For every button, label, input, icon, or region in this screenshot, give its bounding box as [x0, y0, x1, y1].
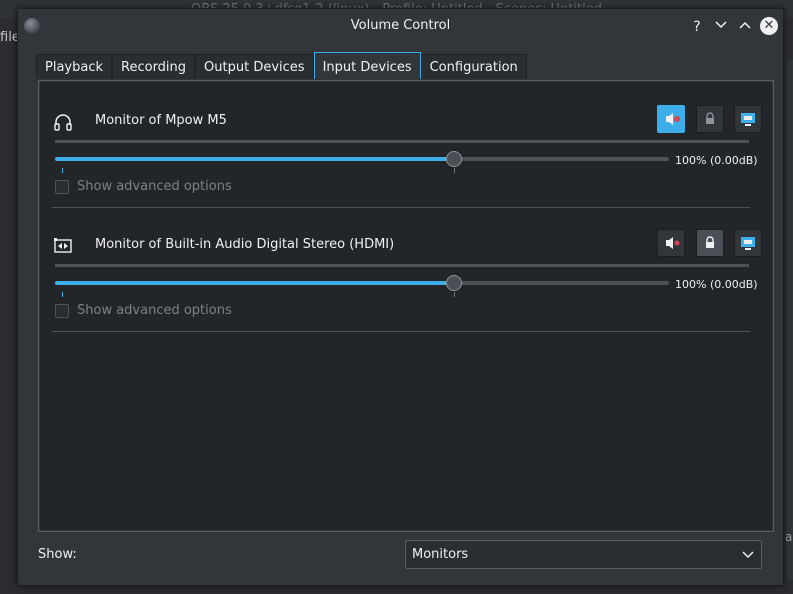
level-meter	[55, 264, 749, 267]
volume-fill	[55, 281, 454, 285]
volume-control-dialog: Volume Control ? ✕ Playback Recording Ou…	[17, 8, 784, 586]
set-default-button[interactable]	[734, 105, 762, 133]
volume-tick-base	[62, 168, 63, 173]
volume-slider-handle[interactable]	[446, 151, 462, 167]
volume-fill	[55, 157, 454, 161]
tab-output-devices[interactable]: Output Devices	[195, 54, 314, 79]
maximize-button[interactable]	[736, 18, 754, 36]
tab-bar: Playback Recording Output Devices Input …	[36, 52, 527, 80]
advanced-options-checkbox[interactable]	[55, 304, 69, 318]
window-title: Volume Control	[350, 18, 451, 33]
lock-icon	[706, 236, 714, 248]
help-button[interactable]: ?	[688, 18, 706, 36]
volume-slider[interactable]	[55, 148, 669, 173]
speaker-muted-icon	[666, 113, 680, 125]
advanced-options-label: Show advanced options	[77, 179, 232, 194]
background-right-fragment: an	[785, 530, 793, 544]
device-separator	[52, 207, 750, 208]
speaker-muted-icon	[666, 237, 680, 249]
device-name: Monitor of Mpow M5	[95, 113, 227, 128]
background-window-edge	[786, 60, 793, 580]
close-button[interactable]: ✕	[760, 17, 778, 35]
advanced-options-checkbox[interactable]	[55, 180, 69, 194]
volume-slider[interactable]	[55, 272, 669, 297]
volume-value: 100% (0.00dB)	[675, 278, 758, 291]
volume-tick-norm	[454, 168, 455, 173]
device-separator	[52, 331, 750, 332]
lock-channels-button[interactable]	[696, 229, 724, 257]
chevron-down-icon	[742, 551, 754, 559]
chevron-up-icon	[739, 21, 751, 29]
lock-channels-button[interactable]	[696, 105, 724, 133]
mute-button[interactable]	[657, 229, 685, 257]
tab-recording[interactable]: Recording	[112, 54, 196, 79]
mute-button[interactable]	[657, 105, 685, 133]
show-label: Show:	[38, 547, 77, 562]
volume-slider-handle[interactable]	[446, 275, 462, 291]
chevron-down-icon	[715, 21, 727, 29]
set-default-button[interactable]	[734, 229, 762, 257]
minimize-button[interactable]	[712, 18, 730, 36]
tab-playback[interactable]: Playback	[36, 54, 113, 79]
tab-input-devices[interactable]: Input Devices	[313, 52, 421, 79]
show-filter-select[interactable]: Monitors	[405, 540, 762, 569]
audio-card-icon	[54, 238, 72, 253]
volume-tick-norm	[454, 292, 455, 297]
headphones-icon	[54, 114, 72, 131]
tab-configuration[interactable]: Configuration	[420, 54, 527, 79]
input-devices-panel: Monitor of Mpow M5 100% (0.00dB) Show ad…	[38, 80, 774, 532]
advanced-options-label: Show advanced options	[77, 303, 232, 318]
monitor-icon	[741, 237, 755, 250]
volume-value: 100% (0.00dB)	[675, 154, 758, 167]
lock-icon	[706, 112, 714, 124]
titlebar: Volume Control ? ✕	[18, 9, 783, 45]
level-meter	[55, 140, 749, 143]
device-name: Monitor of Built-in Audio Digital Stereo…	[95, 237, 395, 252]
monitor-icon	[741, 113, 755, 126]
show-filter-value: Monitors	[412, 547, 469, 562]
volume-tick-base	[62, 292, 63, 297]
device-list: Monitor of Mpow M5 100% (0.00dB) Show ad…	[40, 82, 772, 530]
